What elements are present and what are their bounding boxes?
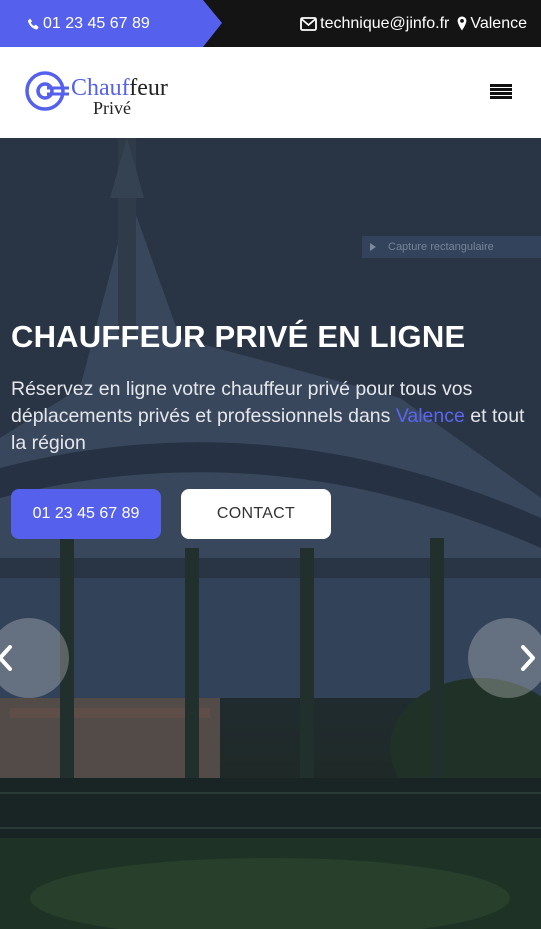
chevron-right-icon xyxy=(521,645,535,671)
hero-title: CHAUFFEUR PRIVÉ EN LIGNE xyxy=(11,319,466,354)
hero-slider: Capture rectangulaire CHAUFFEUR PRIVÉ EN… xyxy=(0,138,541,929)
top-email-text: technique@jinfo.fr xyxy=(320,14,450,32)
logo-mark-icon xyxy=(25,71,69,111)
phone-icon xyxy=(27,17,39,30)
screen-capture-tooltip: Capture rectangulaire xyxy=(362,236,541,258)
hero-city-link[interactable]: Valence xyxy=(396,405,465,427)
hamburger-menu-button[interactable] xyxy=(490,84,512,102)
logo-word-prive: Privé xyxy=(93,98,131,118)
top-location: Valence xyxy=(457,15,527,33)
site-logo[interactable]: Chauffeur Privé xyxy=(25,69,175,119)
capture-tooltip-label: Capture rectangulaire xyxy=(388,241,494,253)
slider-next-button[interactable] xyxy=(468,618,541,698)
top-phone-link[interactable]: 01 23 45 67 89 xyxy=(0,0,222,47)
top-email-link[interactable]: technique@jinfo.fr xyxy=(300,15,449,33)
call-phone-button[interactable]: 01 23 45 67 89 xyxy=(11,489,161,539)
chevron-left-icon xyxy=(0,645,12,671)
play-icon xyxy=(370,243,376,251)
site-header: Chauffeur Privé xyxy=(0,47,541,138)
hero-description: Réservez en ligne votre chauffeur privé … xyxy=(11,378,525,454)
top-phone-text: 01 23 45 67 89 xyxy=(43,14,150,32)
contact-button[interactable]: CONTACT xyxy=(181,489,331,539)
map-marker-icon xyxy=(457,16,467,31)
envelope-icon xyxy=(300,16,318,31)
top-bar: 01 23 45 67 89 technique@jinfo.fr Valenc… xyxy=(0,0,541,47)
top-city-text: Valence xyxy=(470,14,527,32)
